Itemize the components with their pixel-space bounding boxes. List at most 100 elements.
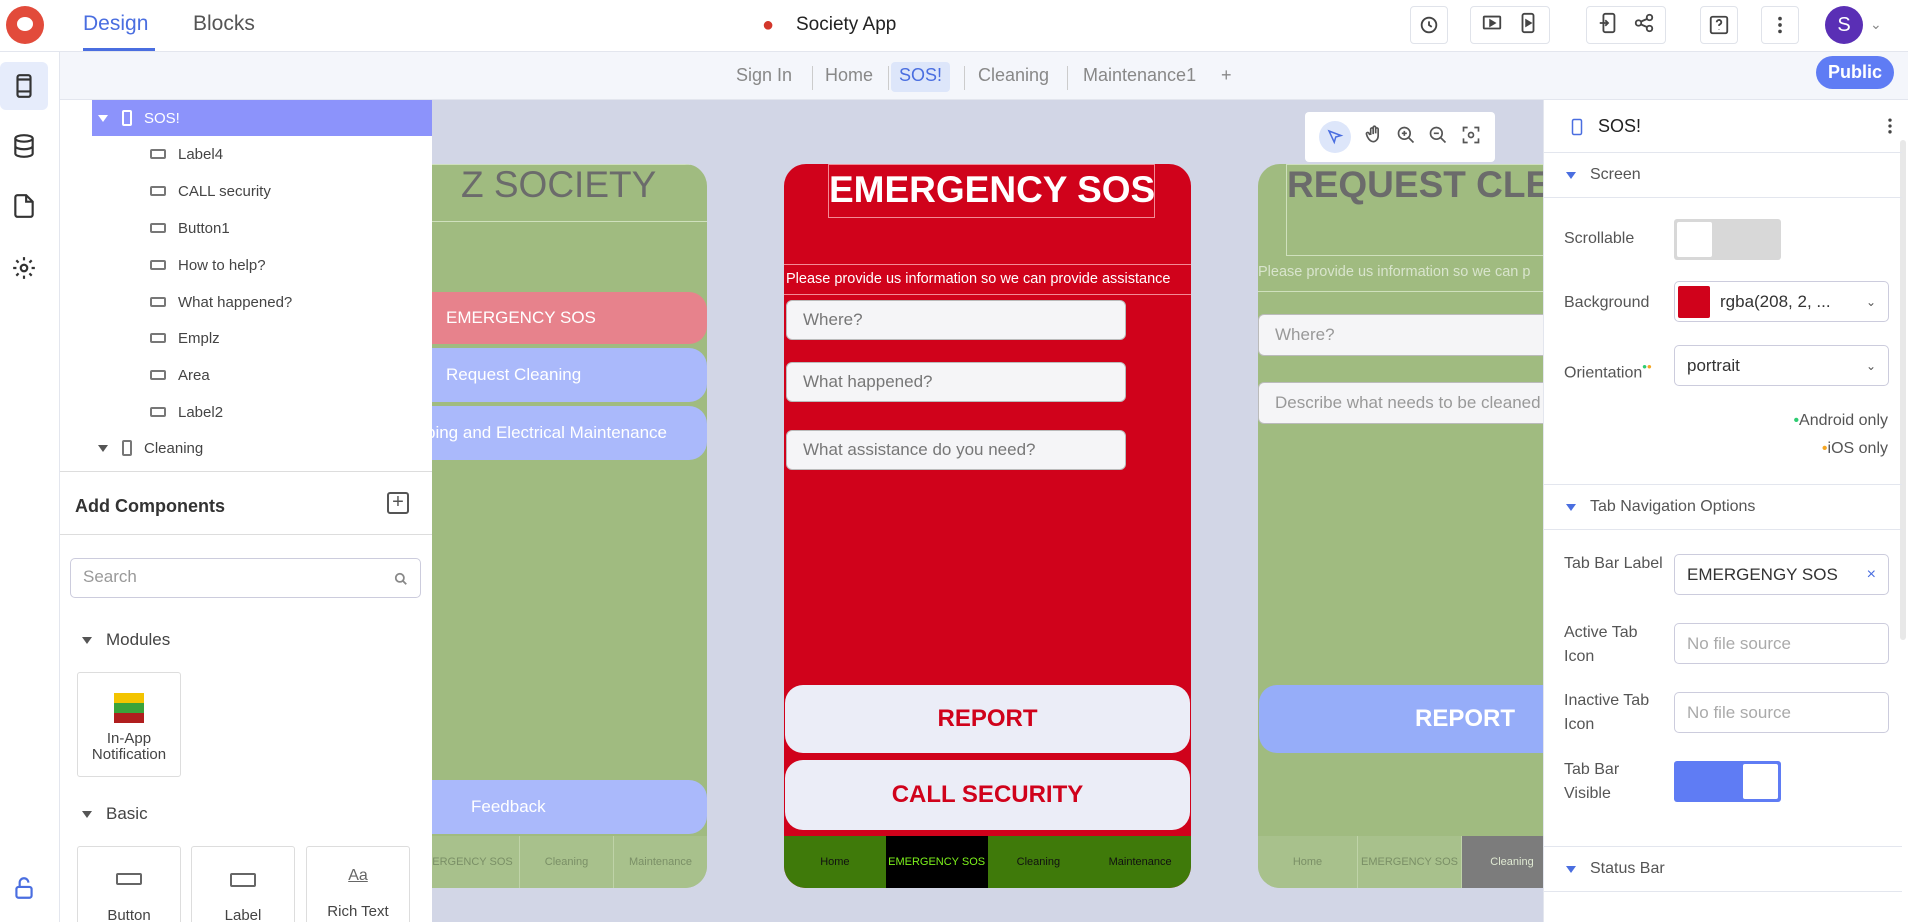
tree-item-emplz[interactable]: Emplz [60,320,432,356]
label-component-card[interactable]: Label [191,846,295,922]
more-menu-icon[interactable] [1761,6,1799,44]
zoom-in-icon[interactable] [1396,125,1416,150]
assistance-input[interactable]: What assistance do you need? [786,430,1126,470]
tree-item-label4[interactable]: Label4 [60,136,432,172]
in-app-notification-card[interactable]: In-App Notification [77,672,181,777]
screen-tab-maintenance1[interactable]: Maintenance1 [1075,62,1204,92]
tree-item-what-happened[interactable]: What happened? [60,284,432,320]
basic-section-header[interactable]: Basic [82,804,148,824]
database-icon[interactable] [0,122,48,170]
tab-bar-visible-toggle[interactable] [1674,761,1781,802]
background-color-picker[interactable]: rgba(208, 2, ... ⌄ [1674,281,1889,322]
call-security-button[interactable]: CALL SECURITY [785,760,1190,830]
tree-item-how-to-help[interactable]: How to help? [60,247,432,283]
select-pointer-icon[interactable] [1319,121,1352,153]
nav-item-maintenance[interactable]: Maintenance [614,836,707,888]
tab-design[interactable]: Design [83,12,148,36]
tree-item-button1[interactable]: Button1 [60,210,432,246]
tab-bar-label-input[interactable]: EMERGENGY SOS × [1674,554,1889,595]
home-cleaning-button[interactable]: Request Cleaning [432,348,707,402]
screen-tab-sos[interactable]: SOS! [891,62,951,92]
add-icon[interactable]: + [387,492,409,514]
orientation-select[interactable]: portrait ⌄ [1674,345,1889,386]
cleaning-report-button[interactable]: REPORT [1259,685,1543,753]
status-bar-section-header[interactable]: Status Bar [1544,846,1902,892]
what-happened-input[interactable]: What happened? [786,362,1126,402]
nav-item-cleaning[interactable]: Cleaning [1462,836,1543,888]
nav-item-cleaning[interactable]: Cleaning [520,836,614,888]
report-button[interactable]: REPORT [785,685,1190,753]
chevron-down-icon[interactable]: ⌄ [1870,16,1882,33]
hand-pan-icon[interactable] [1364,124,1384,150]
nav-item-cleaning[interactable]: Cleaning [988,836,1090,888]
caret-down-icon[interactable] [98,444,108,452]
inactive-tab-icon-input[interactable]: No file source [1674,692,1889,733]
screen-tab-cleaning[interactable]: Cleaning [970,62,1057,92]
inactive-tab-icon-label: Inactive Tab Icon [1564,692,1650,733]
fit-screen-icon[interactable] [1461,125,1481,150]
cleaning-title[interactable]: REQUEST CLEA [1286,164,1543,256]
tree-item-label: Emplz [178,329,220,347]
sos-info-label[interactable]: Please provide us information so we can … [784,264,1191,295]
phone-sos-screen[interactable]: EMERGENCY SOS Please provide us informat… [784,164,1191,888]
button-component-icon [150,223,166,233]
scrollbar[interactable] [1900,140,1906,640]
history-icon[interactable] [1410,6,1448,44]
cleaning-describe-input[interactable]: Describe what needs to be cleaned [1258,382,1543,424]
button-component-card[interactable]: Button [77,846,181,922]
screen-icon [122,110,132,126]
nav-item-sos[interactable]: ERGENCY SOS [432,836,520,888]
divider [888,66,889,90]
cleaning-info-label[interactable]: Please provide us information so we can … [1258,264,1543,292]
nav-item-maintenance[interactable]: Maintenance [1089,836,1191,888]
screen-tab-sign-in[interactable]: Sign In [728,62,800,92]
tree-item-label: What happened? [178,293,293,311]
sos-title[interactable]: EMERGENCY SOS [828,164,1155,218]
share-icon[interactable] [1633,12,1655,39]
scrollable-toggle[interactable] [1674,219,1781,260]
avatar[interactable]: S [1825,6,1863,44]
more-vertical-icon[interactable] [1880,114,1900,143]
screen-section-header[interactable]: Screen [1544,152,1902,198]
tree-item-sos[interactable]: SOS! [92,100,432,136]
nav-item-emergency-sos[interactable]: EMERGENCY SOS [1358,836,1462,888]
tab-blocks[interactable]: Blocks [193,12,255,36]
tree-item-label2[interactable]: Label2 [60,394,432,430]
rich-text-component-card[interactable]: Aa Rich Text [306,846,410,922]
divider [1067,66,1068,90]
where-input[interactable]: Where? [786,300,1126,340]
screens-icon[interactable] [0,62,48,110]
files-icon[interactable] [0,182,48,230]
play-screen-icon[interactable] [1481,12,1503,39]
tab-bar-visible-label: Tab Bar Visible [1564,761,1620,802]
home-maintenance-button[interactable]: ping and Electrical Maintenance [432,406,707,460]
home-title[interactable]: Z SOCIETY [432,164,707,222]
nav-item-emergency-sos[interactable]: EMERGENCY SOS [885,836,988,888]
clear-icon[interactable]: × [1867,566,1876,584]
nav-item-home[interactable]: Home [1258,836,1358,888]
screen-tab-home[interactable]: Home [817,62,881,92]
app-logo-icon[interactable] [6,6,44,44]
active-tab-icon-input[interactable]: No file source [1674,623,1889,664]
home-sos-button[interactable]: EMERGENCY SOS [432,292,707,344]
tree-item-call-security[interactable]: CALL security [60,173,432,209]
tree-item-cleaning[interactable]: Cleaning [60,430,432,466]
zoom-out-icon[interactable] [1428,125,1448,150]
phone-home-screen[interactable]: Z SOCIETY EMERGENCY SOS Request Cleaning… [432,164,707,888]
public-button[interactable]: Public [1816,56,1894,89]
settings-gear-icon[interactable] [0,244,48,292]
phone-cleaning-screen[interactable]: REQUEST CLEA Please provide us informati… [1258,164,1543,888]
cleaning-where-input[interactable]: Where? [1258,314,1543,356]
export-icon[interactable] [1597,12,1619,39]
home-feedback-button[interactable]: Feedback [432,780,707,834]
caret-down-icon[interactable] [98,114,108,122]
tab-navigation-section-header[interactable]: Tab Navigation Options [1544,484,1902,530]
tree-item-area[interactable]: Area [60,357,432,393]
component-search-input[interactable]: Search [70,558,421,598]
add-screen-button[interactable]: + [1213,62,1240,92]
play-device-icon[interactable] [1517,12,1539,39]
nav-item-home[interactable]: Home [784,836,886,888]
lock-icon[interactable] [0,864,48,912]
modules-section-header[interactable]: Modules [82,630,170,650]
help-icon[interactable] [1700,6,1738,44]
